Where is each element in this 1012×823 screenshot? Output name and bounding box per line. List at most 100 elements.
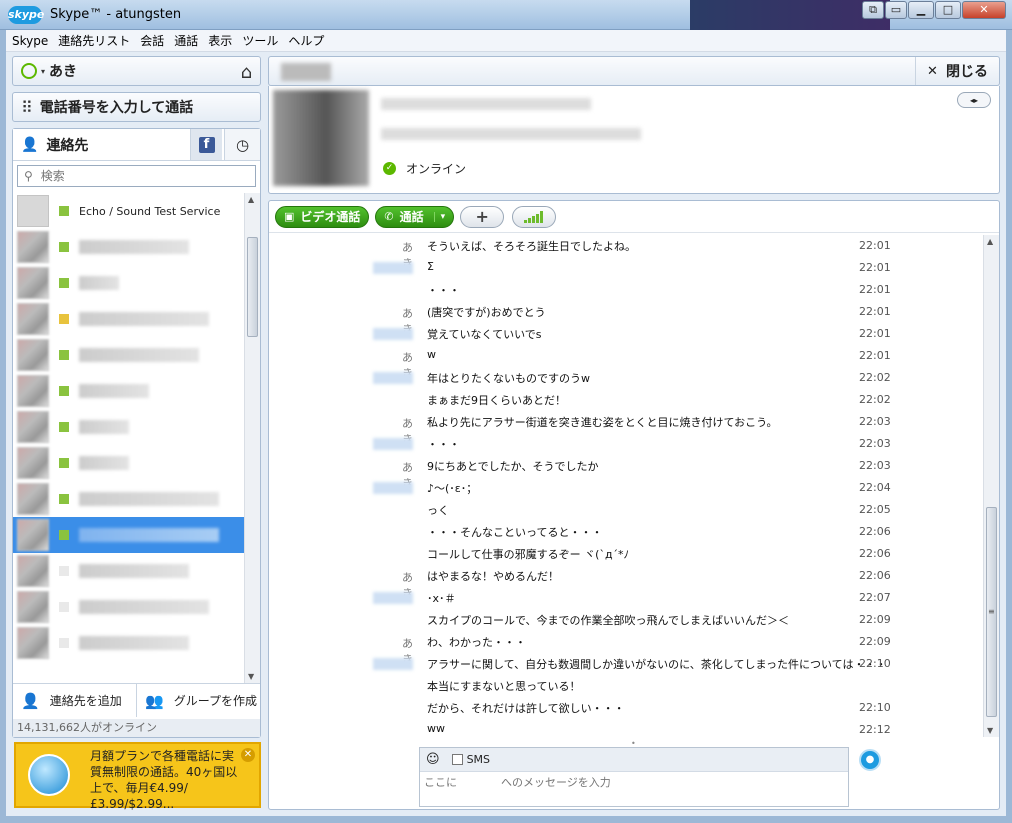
scroll-down-icon[interactable]: ▼ — [987, 726, 993, 735]
add-contact-button[interactable]: 👤 連絡先を追加 — [13, 684, 136, 717]
avatar — [17, 375, 49, 407]
sms-checkbox[interactable] — [451, 754, 463, 765]
message-row: まぁまだ9日くらいあとだ！ 22:02 — [269, 389, 983, 411]
message-row: あきはやまるな！やめるんだ！22:06 — [269, 565, 983, 600]
message-row: ♪～(･ε･； 22:04 — [269, 477, 983, 499]
blurred-contact-name — [281, 63, 331, 81]
list-item[interactable] — [13, 337, 245, 373]
contact-echo[interactable]: Echo / Sound Test Service — [13, 193, 245, 229]
call-quality-button[interactable] — [512, 205, 557, 228]
facebook-icon: f — [198, 136, 215, 153]
list-item[interactable] — [13, 625, 245, 661]
list-item[interactable] — [13, 229, 245, 265]
online-check-icon: ✓ — [383, 162, 396, 175]
online-status-icon — [59, 242, 69, 252]
contacts-scrollbar[interactable]: ▲ ▼ — [244, 193, 260, 683]
maximize-button[interactable]: □ — [935, 1, 961, 19]
scroll-up-icon[interactable]: ▲ — [248, 195, 254, 204]
tab-contacts[interactable]: 連絡先 — [46, 135, 88, 155]
search-box[interactable]: ⚲ — [17, 165, 256, 187]
list-item[interactable] — [13, 553, 245, 589]
message-time: 22:01 — [859, 283, 891, 296]
away-status-icon — [59, 314, 69, 324]
chevron-down-icon[interactable]: ▾ — [433, 211, 445, 222]
avatar — [17, 591, 49, 623]
message-time: 22:09 — [859, 635, 891, 648]
call-label: 通話 — [399, 210, 424, 224]
message-time: 22:01 — [859, 327, 891, 340]
status-selector[interactable]: ▾ あき ⌂ — [12, 56, 261, 86]
pin-icon[interactable]: ▭ — [885, 1, 907, 19]
create-group-button[interactable]: 👥 グループを作成 — [136, 684, 260, 717]
avatar — [17, 627, 49, 659]
list-item[interactable] — [13, 589, 245, 625]
online-count: 14,131,662人がオンライン — [13, 719, 260, 737]
avatar — [17, 519, 49, 551]
online-status-icon — [59, 206, 69, 216]
message-text: (唐突ですが)おめでとう — [427, 306, 546, 319]
call-button[interactable]: ✆ 通話 ▾ — [375, 205, 455, 228]
message-time: 22:02 — [859, 371, 891, 384]
scroll-up-icon[interactable]: ▲ — [987, 237, 993, 246]
profile-nav-arrows[interactable]: ◂▸ — [957, 92, 991, 108]
message-row: あきw22:01 — [269, 345, 983, 380]
message-history: あきそういえば、そろそろ誕生日でしたよね。22:01Σ22:01・・・22:01… — [269, 235, 983, 737]
message-row: ・・・ 22:01 — [269, 279, 983, 301]
message-time: 22:05 — [859, 503, 891, 516]
message-row: っく 22:05 — [269, 499, 983, 521]
close-conversation-button[interactable]: ✕ 閉じる — [915, 57, 999, 85]
add-participant-button[interactable]: + — [460, 205, 505, 228]
online-status-icon — [59, 350, 69, 360]
restore-icon[interactable]: ⧉ — [862, 1, 884, 19]
message-row: あきわ、わかった・・・22:09 — [269, 631, 983, 666]
list-item[interactable] — [13, 445, 245, 481]
scroll-thumb[interactable] — [247, 237, 258, 337]
menu-contacts[interactable]: 連絡先リスト — [58, 32, 130, 49]
list-item[interactable] — [13, 481, 245, 517]
blurred-contact-name — [79, 348, 199, 362]
window-title: Skype™ - atungsten — [50, 7, 182, 22]
dial-phone-button[interactable]: ⠿ 電話番号を入力して通話 — [12, 92, 261, 122]
close-window-button[interactable]: ✕ — [962, 1, 1006, 19]
menu-view[interactable]: 表示 — [208, 32, 232, 49]
menu-help[interactable]: ヘルプ — [288, 32, 324, 49]
skype-logo-icon: skype — [8, 6, 44, 24]
video-call-button[interactable]: ▣ ビデオ通話 — [275, 205, 370, 228]
list-item[interactable] — [13, 409, 245, 445]
message-text: はやまるな！やめるんだ！ — [427, 570, 559, 583]
promo-banner[interactable]: 月額プランで各種電話に実質無制限の通話。40ヶ国以上で、毎月€4.99/£3.9… — [14, 742, 261, 811]
send-message-button[interactable]: ● — [859, 749, 881, 771]
close-label: 閉じる — [945, 64, 988, 80]
avatar — [17, 339, 49, 371]
home-icon[interactable]: ⌂ — [241, 62, 252, 83]
menu-call[interactable]: 通話 — [174, 32, 198, 49]
message-row: あき私より先にアラサー街道を突き進む姿をとくと目に焼き付けておこう。22:03 — [269, 411, 983, 446]
online-status-icon — [59, 458, 69, 468]
chat-panel: ▣ ビデオ通話 ✆ 通話 ▾ + あきそういえば、そろそろ誕生日でしたよね。22… — [268, 200, 1000, 810]
emoticon-icon[interactable]: ☺ — [426, 752, 440, 767]
online-status-icon — [59, 530, 69, 540]
list-item[interactable] — [13, 301, 245, 337]
search-input[interactable] — [40, 169, 231, 183]
tab-facebook[interactable]: f — [190, 129, 222, 160]
message-text: ･x･＃ — [427, 592, 456, 605]
menu-conversation[interactable]: 会話 — [140, 32, 164, 49]
chat-scrollbar[interactable]: ▲ ≡ ▼ — [983, 235, 999, 737]
list-item[interactable] — [13, 265, 245, 301]
message-time: 22:06 — [859, 569, 891, 582]
list-item[interactable] — [13, 373, 245, 409]
message-input[interactable] — [424, 776, 844, 789]
message-row: アラサーに関して、自分も数週間しか違いがないのに、茶化してしまった件については・… — [269, 653, 983, 675]
tab-recent[interactable]: ◷ — [224, 129, 260, 160]
scroll-down-icon[interactable]: ▼ — [248, 672, 254, 681]
menu-skype[interactable]: Skype — [12, 34, 48, 48]
blurred-contact-name — [79, 564, 189, 578]
contact-status: ✓ オンライン — [383, 160, 466, 177]
contact-profile: ✓ オンライン ◂▸ — [268, 86, 1000, 194]
offline-status-icon — [59, 602, 69, 612]
minimize-button[interactable]: ▁ — [908, 1, 934, 19]
list-item-selected[interactable] — [13, 517, 245, 553]
blurred-contact-name — [79, 420, 129, 434]
menu-tools[interactable]: ツール — [242, 32, 278, 49]
close-icon[interactable]: ✕ — [241, 748, 255, 762]
